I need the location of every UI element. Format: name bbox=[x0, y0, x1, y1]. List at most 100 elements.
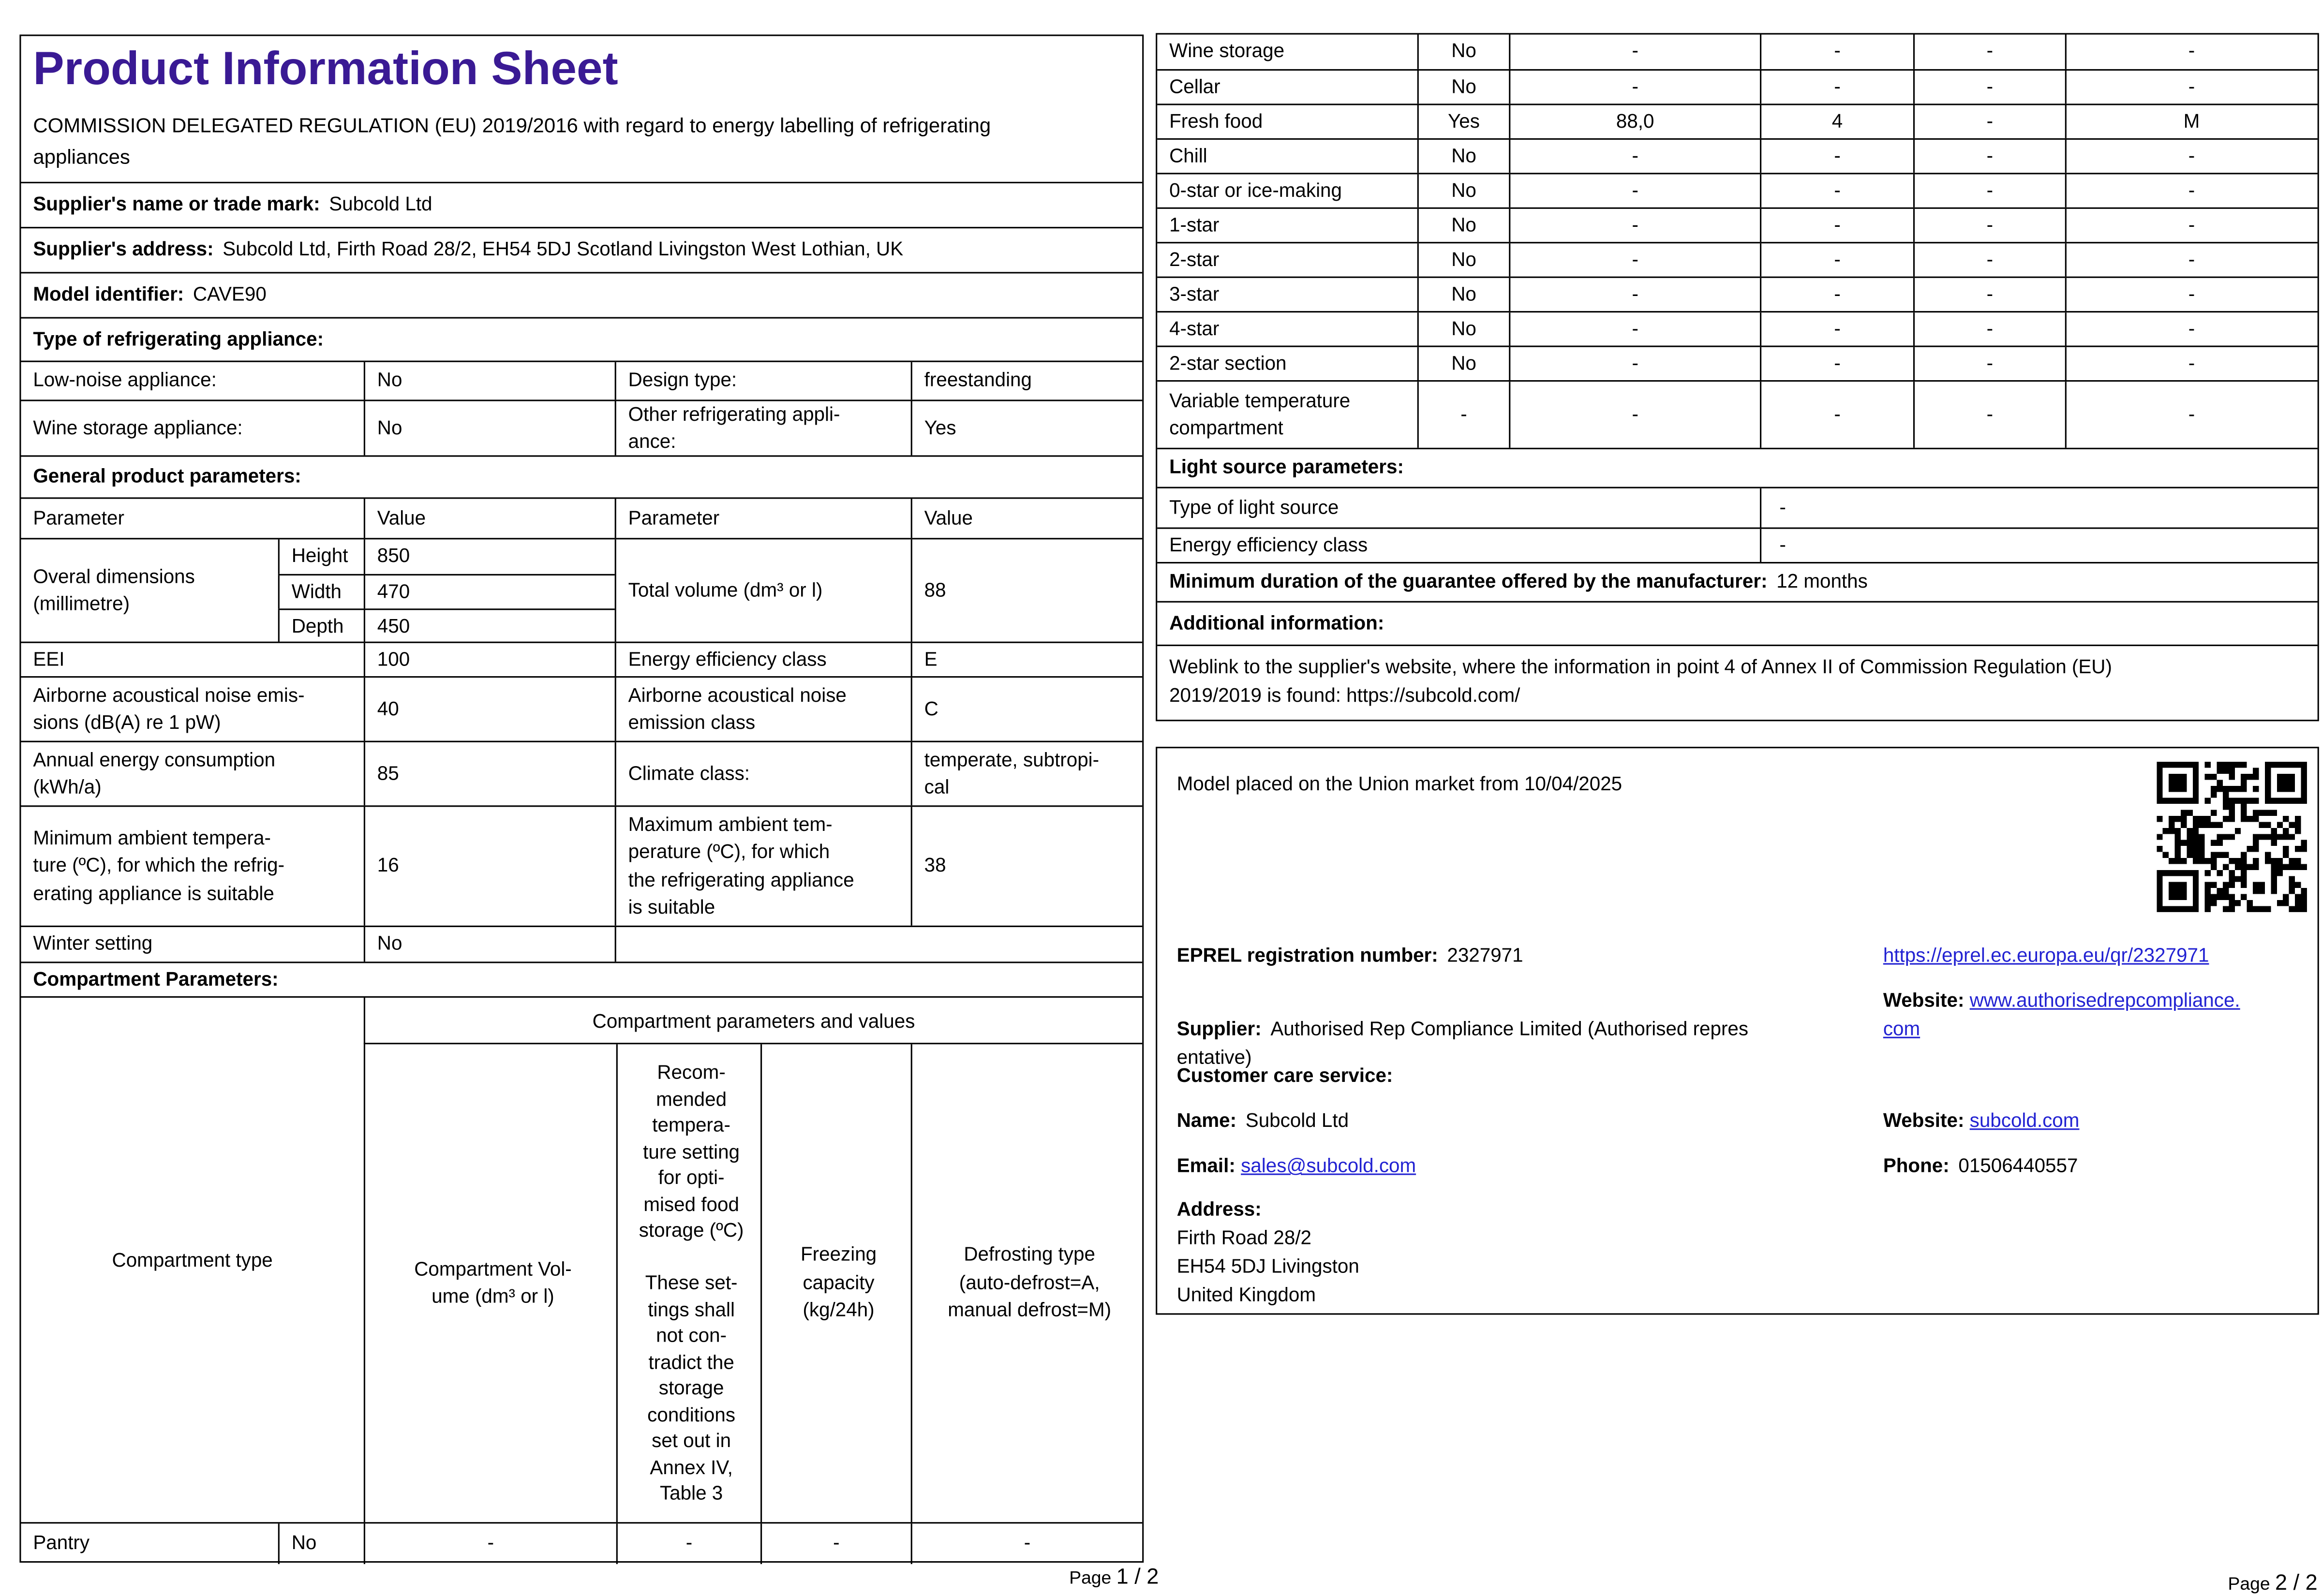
care-website-row: Website: subcold.com bbox=[1883, 1106, 2080, 1135]
compartment-type: Fresh food bbox=[1169, 109, 1263, 132]
model-identifier-value: CAVE90 bbox=[193, 282, 267, 306]
compartment-row-variable-temp: Variable temperature compartment - - - -… bbox=[1157, 380, 2317, 448]
depth-value: 450 bbox=[363, 610, 615, 642]
email-link[interactable]: sales@subcold.com bbox=[1241, 1154, 1416, 1177]
eprel-label: EPREL registration number: bbox=[1176, 944, 1438, 966]
regulation-subtitle: COMMISSION DELEGATED REGULATION (EU) 201… bbox=[33, 114, 991, 168]
climate-class-value: temperate, subtropi- cal bbox=[910, 742, 1142, 806]
noise-class-label: Airborne acoustical noise emission class bbox=[614, 678, 911, 741]
page-2-info-box: Model placed on the Union market from 10… bbox=[1156, 747, 2319, 1315]
other-appliance-label: Other refrigerating appli- ance: bbox=[614, 401, 911, 456]
care-name-row: Name: Subcold Ltd bbox=[1177, 1106, 1349, 1135]
website2-label: Website: bbox=[1883, 1108, 1965, 1132]
height-label: Height bbox=[278, 539, 364, 574]
noise-value: 40 bbox=[363, 678, 615, 741]
supplier-label: Supplier: bbox=[1176, 1017, 1262, 1040]
supplier-address-value: Subcold Ltd, Firth Road 28/2, EH54 5DJ S… bbox=[223, 237, 904, 261]
compartment-type-header: Compartment type bbox=[112, 1248, 273, 1271]
compartment-row-2-star: 2-star No - - - - bbox=[1157, 242, 2317, 277]
width-row: Width 470 bbox=[278, 573, 615, 609]
type-heading-row: Type of refrigerating appliance: bbox=[21, 317, 1143, 361]
general-heading-row: General product parameters: bbox=[21, 455, 1143, 497]
phone-label: Phone: bbox=[1883, 1154, 1950, 1177]
supplier-name-row: Supplier's name or trade mark: Subcold Lt… bbox=[21, 181, 1143, 227]
document-canvas: Product Information Sheet COMMISSION DEL… bbox=[0, 0, 2322, 1596]
annual-energy-label: Annual energy consumption (kWh/a) bbox=[33, 747, 276, 798]
title-block: Product Information Sheet COMMISSION DEL… bbox=[21, 36, 1142, 182]
care-website-link[interactable]: subcold.com bbox=[1970, 1109, 2080, 1132]
height-row: Height 850 bbox=[278, 539, 615, 574]
width-value: 470 bbox=[363, 575, 615, 609]
winter-setting-label: Winter setting bbox=[33, 931, 153, 955]
model-identifier-label: Model identifier: bbox=[33, 282, 184, 306]
compartment-row-3-star: 3-star No - - - - bbox=[1157, 276, 2317, 311]
compartment-type: Wine storage bbox=[1169, 39, 1285, 62]
low-noise-value: No bbox=[363, 362, 615, 400]
eprel-link[interactable]: https://eprel.ec.europa.eu/qr/2327971 bbox=[1883, 944, 2209, 966]
light-source-heading: Light source parameters: bbox=[1169, 456, 1404, 478]
dimensions-subtable: Height 850 Width 470 Depth 450 bbox=[278, 539, 615, 642]
pantry-volume: - bbox=[363, 1523, 616, 1565]
compartment-params-header: Compartment parameters and values bbox=[363, 997, 1143, 1045]
qr-code-icon bbox=[2156, 762, 2307, 912]
weblink-text: Weblink to the supplier's website, where… bbox=[1169, 655, 2112, 706]
compartment-row-cellar: Cellar No - - - - bbox=[1157, 69, 2317, 104]
dimensions-row: Overal dimensions (millimetre) Height 85… bbox=[21, 538, 1143, 642]
page-title: Product Information Sheet bbox=[33, 42, 618, 95]
compartment-type: 0-star or ice-making bbox=[1169, 178, 1342, 201]
light-class-label: Energy efficiency class bbox=[1169, 533, 1368, 556]
annual-energy-value: 85 bbox=[363, 742, 615, 806]
noise-label: Airborne acoustical noise emis- sions (d… bbox=[33, 683, 305, 734]
compartment-type: 2-star bbox=[1169, 247, 1220, 270]
param-header-row: Parameter Value Parameter Value bbox=[21, 497, 1143, 538]
min-ambient-value: 16 bbox=[363, 807, 615, 926]
guarantee-row: Minimum duration of the guarantee offere… bbox=[1157, 562, 2317, 601]
energy-class-label: Energy efficiency class bbox=[614, 643, 911, 677]
eei-row: EEI 100 Energy efficiency class E bbox=[21, 641, 1143, 677]
winter-setting-row: Winter setting No bbox=[21, 925, 1143, 962]
param-header-2: Parameter bbox=[614, 499, 911, 538]
depth-label: Depth bbox=[278, 610, 364, 642]
additional-heading-row: Additional information: bbox=[1157, 601, 2317, 645]
wine-storage-appliance-label: Wine storage appliance: bbox=[33, 415, 243, 439]
compartment-row-4-star: 4-star No - - - - bbox=[1157, 311, 2317, 346]
customer-care-heading: Customer care service: bbox=[1176, 1064, 1393, 1087]
temp-setting-header: Recom- mended tempera- ture setting for … bbox=[616, 1044, 760, 1522]
climate-class-label: Climate class: bbox=[614, 742, 911, 806]
wine-storage-appliance-value: No bbox=[363, 401, 615, 456]
value-header-2: Value bbox=[910, 499, 1142, 538]
light-type-row: Type of light source - bbox=[1157, 487, 2317, 528]
light-type-label: Type of light source bbox=[1169, 495, 1339, 518]
compartment-type: Chill bbox=[1169, 144, 1207, 167]
type-heading: Type of refrigerating appliance: bbox=[33, 327, 324, 350]
winter-setting-value: No bbox=[363, 927, 615, 962]
wine-storage-appliance-row: Wine storage appliance: No Other refrige… bbox=[21, 399, 1143, 456]
compartment-type: Cellar bbox=[1169, 74, 1221, 98]
dimensions-label: Overal dimensions (millimetre) bbox=[33, 564, 195, 615]
winter-setting-empty bbox=[614, 927, 1142, 962]
light-class-value: - bbox=[1760, 529, 2317, 562]
low-noise-label: Low-noise appliance: bbox=[33, 368, 217, 391]
weblink-row: Weblink to the supplier's website, where… bbox=[1157, 644, 2317, 723]
compartment-row-wine-storage: Wine storage No - - - - bbox=[1157, 34, 2317, 69]
total-volume-value: 88 bbox=[910, 539, 1142, 642]
compartment-type: 2-star section bbox=[1169, 351, 1287, 374]
page-1: Product Information Sheet COMMISSION DEL… bbox=[19, 34, 1144, 1565]
compartment-row-fresh-food: Fresh food Yes 88,0 4 - M bbox=[1157, 103, 2317, 138]
compartment-header: Compartment type Compartment parameters … bbox=[21, 996, 1143, 1522]
design-type-label: Design type: bbox=[614, 362, 911, 400]
low-noise-row: Low-noise appliance: No Design type: fre… bbox=[21, 360, 1143, 400]
guarantee-value: 12 months bbox=[1776, 570, 1868, 592]
pantry-label: Pantry bbox=[33, 1531, 90, 1554]
pantry-temp: - bbox=[616, 1523, 760, 1565]
additional-heading: Additional information: bbox=[1169, 611, 1384, 634]
compartment-type: Variable temperature compartment bbox=[1169, 388, 1351, 439]
name-label: Name: bbox=[1176, 1108, 1237, 1132]
supplier-website-row: Website: www.authorisedrepcompliance. co… bbox=[1883, 986, 2311, 1043]
model-market-line: Model placed on the Union market from 10… bbox=[1176, 772, 1622, 795]
eprel-value: 2327971 bbox=[1447, 944, 1523, 966]
min-ambient-label: Minimum ambient tempera- ture (ºC), for … bbox=[33, 826, 285, 904]
supplier-address-label: Supplier's address: bbox=[33, 237, 214, 261]
page2-footer: Page 2 / 2 bbox=[2228, 1571, 2318, 1596]
pantry-freezing: - bbox=[760, 1523, 911, 1565]
